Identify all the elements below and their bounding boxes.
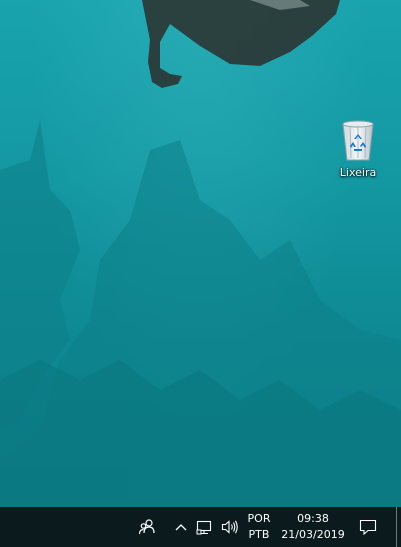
chevron-up-icon	[175, 524, 187, 531]
people-icon	[138, 519, 155, 535]
network-button[interactable]	[194, 507, 214, 547]
desktop-icon-recycle-bin[interactable]: Lixeira	[334, 118, 382, 179]
people-button[interactable]	[134, 507, 160, 547]
action-center-button[interactable]	[354, 507, 382, 547]
volume-button[interactable]	[219, 507, 241, 547]
underwater-scene	[0, 0, 401, 507]
taskbar: POR PTB 09:38 21/03/2019	[0, 507, 401, 547]
recycle-bin-icon	[342, 120, 374, 161]
show-hidden-icons-button[interactable]	[172, 507, 190, 547]
desktop-icon-label: Lixeira	[339, 166, 377, 179]
action-center-icon	[359, 519, 377, 535]
speaker-icon	[221, 520, 238, 534]
clock-time: 09:38	[297, 512, 329, 525]
clock-date: 21/03/2019	[281, 528, 345, 541]
keyboard-layout: PTB	[248, 528, 270, 541]
clock-button[interactable]: 09:38 21/03/2019	[280, 507, 346, 547]
network-icon	[196, 520, 212, 535]
desktop-wallpaper[interactable]: Lixeira	[0, 0, 401, 507]
input-language-button[interactable]: POR PTB	[243, 507, 275, 547]
language-code: POR	[247, 512, 271, 525]
show-desktop-button[interactable]	[396, 507, 397, 547]
swimmer-silhouette	[142, 0, 340, 88]
